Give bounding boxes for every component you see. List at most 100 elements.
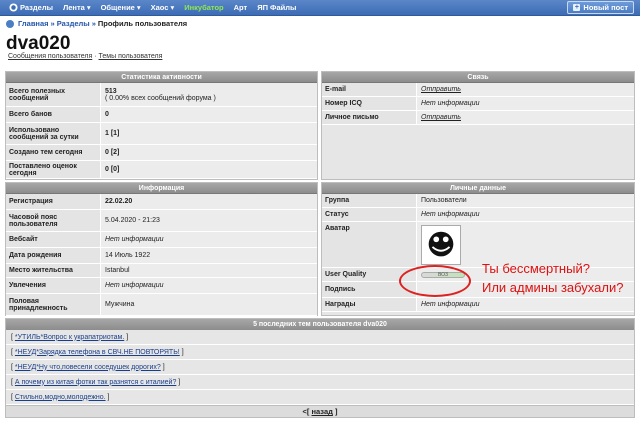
stats-row: Поставлено оценок сегодня 0 [0]	[6, 161, 317, 179]
nav-item-talk[interactable]: Общение ▾	[96, 3, 146, 12]
avatar	[421, 224, 461, 265]
stats-key: Создано тем сегодня	[6, 145, 101, 160]
stats-value: 513 ( 0.00% всех сообщений форума )	[101, 83, 317, 106]
contact-key: Личное письмо	[322, 111, 417, 124]
nav-item-label: Общение	[100, 3, 135, 12]
list-item: [ *УТИЛЬ*Вопрос к украпатриотам. ]	[6, 330, 634, 345]
last-topics-panel: 5 последних тем пользователя dva020 [ *У…	[5, 318, 635, 405]
topic-link[interactable]: *НЕУД*Ну что,повесели соседушек дорогих?	[15, 364, 161, 371]
topic-link[interactable]: Стильно,модно,молодежно.	[15, 394, 106, 401]
forum-icon	[6, 19, 14, 28]
info-value: 5.04.2020 - 21:23	[101, 210, 317, 231]
annotation-circle	[399, 265, 471, 297]
personal-value: Нет информации	[417, 298, 634, 311]
info-key: Увлечения	[6, 278, 101, 293]
personal-value: Пользователи	[417, 194, 634, 207]
stats-row: Создано тем сегодня 0 [2]	[6, 145, 317, 161]
back-suffix: ]	[334, 407, 338, 416]
breadcrumb-sections[interactable]: Разделы	[57, 19, 90, 28]
personal-key: Аватар	[322, 222, 417, 267]
stats-row: Всего полезных сообщений 513 ( 0.00% все…	[6, 83, 317, 107]
topic-link[interactable]: А почему из китая фотки так разнятся с и…	[15, 379, 176, 386]
annotation-line: Или админы забухали?	[482, 280, 624, 295]
nav-item-files[interactable]: ЯП Файлы	[252, 3, 301, 12]
info-row: Регистрация 22.02.20	[6, 194, 317, 210]
breadcrumb: Главная » Разделы » Профиль пользователя	[6, 19, 187, 28]
info-row: Часовой пояс пользователя 5.04.2020 - 21…	[6, 210, 317, 232]
nav-item-art[interactable]: Арт	[229, 3, 253, 12]
list-item: [ *НЕУД*Ну что,повесели соседушек дороги…	[6, 360, 634, 375]
info-key: Половая принадлежность	[6, 294, 101, 315]
chevron-down-icon: ▾	[170, 3, 175, 12]
nav-item-label: Арт	[233, 3, 248, 12]
personal-row: Статус Нет информации	[322, 208, 634, 222]
info-value: Нет информации	[101, 278, 317, 293]
info-key: Регистрация	[6, 194, 101, 209]
nav-item-label: Хаос	[150, 3, 169, 12]
user-posts-link[interactable]: Сообщения пользователя	[8, 53, 92, 60]
personal-key: Награды	[322, 298, 417, 311]
list-item: [ А почему из китая фотки так разнятся с…	[6, 375, 634, 390]
info-value: 14 Июль 1922	[101, 248, 317, 263]
info-row: Половая принадлежность Мужчина	[6, 294, 317, 316]
stats-row: Всего банов 0	[6, 107, 317, 123]
info-key: Вебсайт	[6, 232, 101, 247]
panel-header: Личные данные	[322, 183, 634, 194]
stats-value: 0 [0]	[101, 161, 317, 178]
email-send-link[interactable]: Отправить	[421, 86, 461, 93]
stats-panel: Статистика активности Всего полезных соо…	[5, 71, 318, 180]
back-prefix: <[	[302, 407, 310, 416]
contact-panel: Связь E-mail Отправить Номер ICQ Нет инф…	[321, 71, 635, 180]
stats-key: Использовано сообщений за сутки	[6, 123, 101, 144]
personal-row: Группа Пользователи	[322, 194, 634, 208]
contact-key: E-mail	[322, 83, 417, 96]
user-topics-link[interactable]: Темы пользователя	[99, 53, 163, 60]
posts-percent: ( 0.00% всех сообщений форума )	[105, 94, 216, 102]
info-key: Дата рождения	[6, 248, 101, 263]
contact-key: Номер ICQ	[322, 97, 417, 110]
nav-home[interactable]: Разделы	[4, 3, 58, 12]
personal-row: Награды Нет информации	[322, 298, 634, 312]
stats-key: Всего полезных сообщений	[6, 83, 101, 106]
annotation-text: Ты бессмертный? Или админы забухали?	[482, 259, 623, 297]
pm-send-link[interactable]: Отправить	[421, 114, 461, 121]
back-link[interactable]: назад	[312, 407, 333, 416]
info-value: Нет информации	[101, 232, 317, 247]
new-post-button[interactable]: + Новый пост	[567, 1, 634, 14]
personal-key: Группа	[322, 194, 417, 207]
personal-value: Нет информации	[417, 208, 634, 221]
nav-item-chaos[interactable]: Хаос ▾	[146, 3, 180, 12]
stats-row: Использовано сообщений за сутки 1 [1]	[6, 123, 317, 145]
breadcrumb-separator: »	[50, 19, 55, 28]
contact-value: Отправить	[417, 83, 634, 96]
nav-item-feed[interactable]: Лента ▾	[58, 3, 96, 12]
nav-item-incubator[interactable]: Инкубатор	[179, 3, 228, 12]
new-post-label: Новый пост	[583, 3, 628, 12]
info-value: Мужчина	[101, 294, 317, 315]
stats-value: 1 [1]	[101, 123, 317, 144]
stats-key: Поставлено оценок сегодня	[6, 161, 101, 178]
top-nav-bar: Разделы Лента ▾ Общение ▾ Хаос ▾ Инкубатор …	[0, 0, 640, 16]
nav-item-label: Разделы	[20, 3, 53, 12]
panel-header: 5 последних тем пользователя dva020	[6, 319, 634, 330]
contact-value: Отправить	[417, 111, 634, 124]
topic-link[interactable]: *НЕУД*Зарядка телефона в СВЧ.НЕ ПОВТОРЯТ…	[15, 349, 180, 356]
stats-value: 0	[101, 107, 317, 122]
contact-value: Нет информации	[417, 97, 634, 110]
nav-item-label: Лента	[63, 3, 85, 12]
info-row: Вебсайт Нет информации	[6, 232, 317, 248]
info-value: 22.02.20	[101, 194, 317, 209]
home-icon	[9, 3, 18, 12]
annotation-line: Ты бессмертный?	[482, 261, 590, 276]
info-panel: Информация Регистрация 22.02.20 Часовой …	[5, 182, 318, 316]
info-row: Увлечения Нет информации	[6, 278, 317, 294]
chevron-down-icon: ▾	[86, 3, 91, 12]
page-title: dva020	[6, 33, 71, 54]
contact-row: Номер ICQ Нет информации	[322, 97, 634, 111]
topic-link[interactable]: *УТИЛЬ*Вопрос к украпатриотам.	[15, 334, 124, 341]
breadcrumb-separator: »	[91, 19, 96, 28]
breadcrumb-home[interactable]: Главная	[18, 19, 49, 28]
nav-item-label: ЯП Файлы	[257, 3, 297, 12]
stats-value: 0 [2]	[101, 145, 317, 160]
personal-key: Статус	[322, 208, 417, 221]
